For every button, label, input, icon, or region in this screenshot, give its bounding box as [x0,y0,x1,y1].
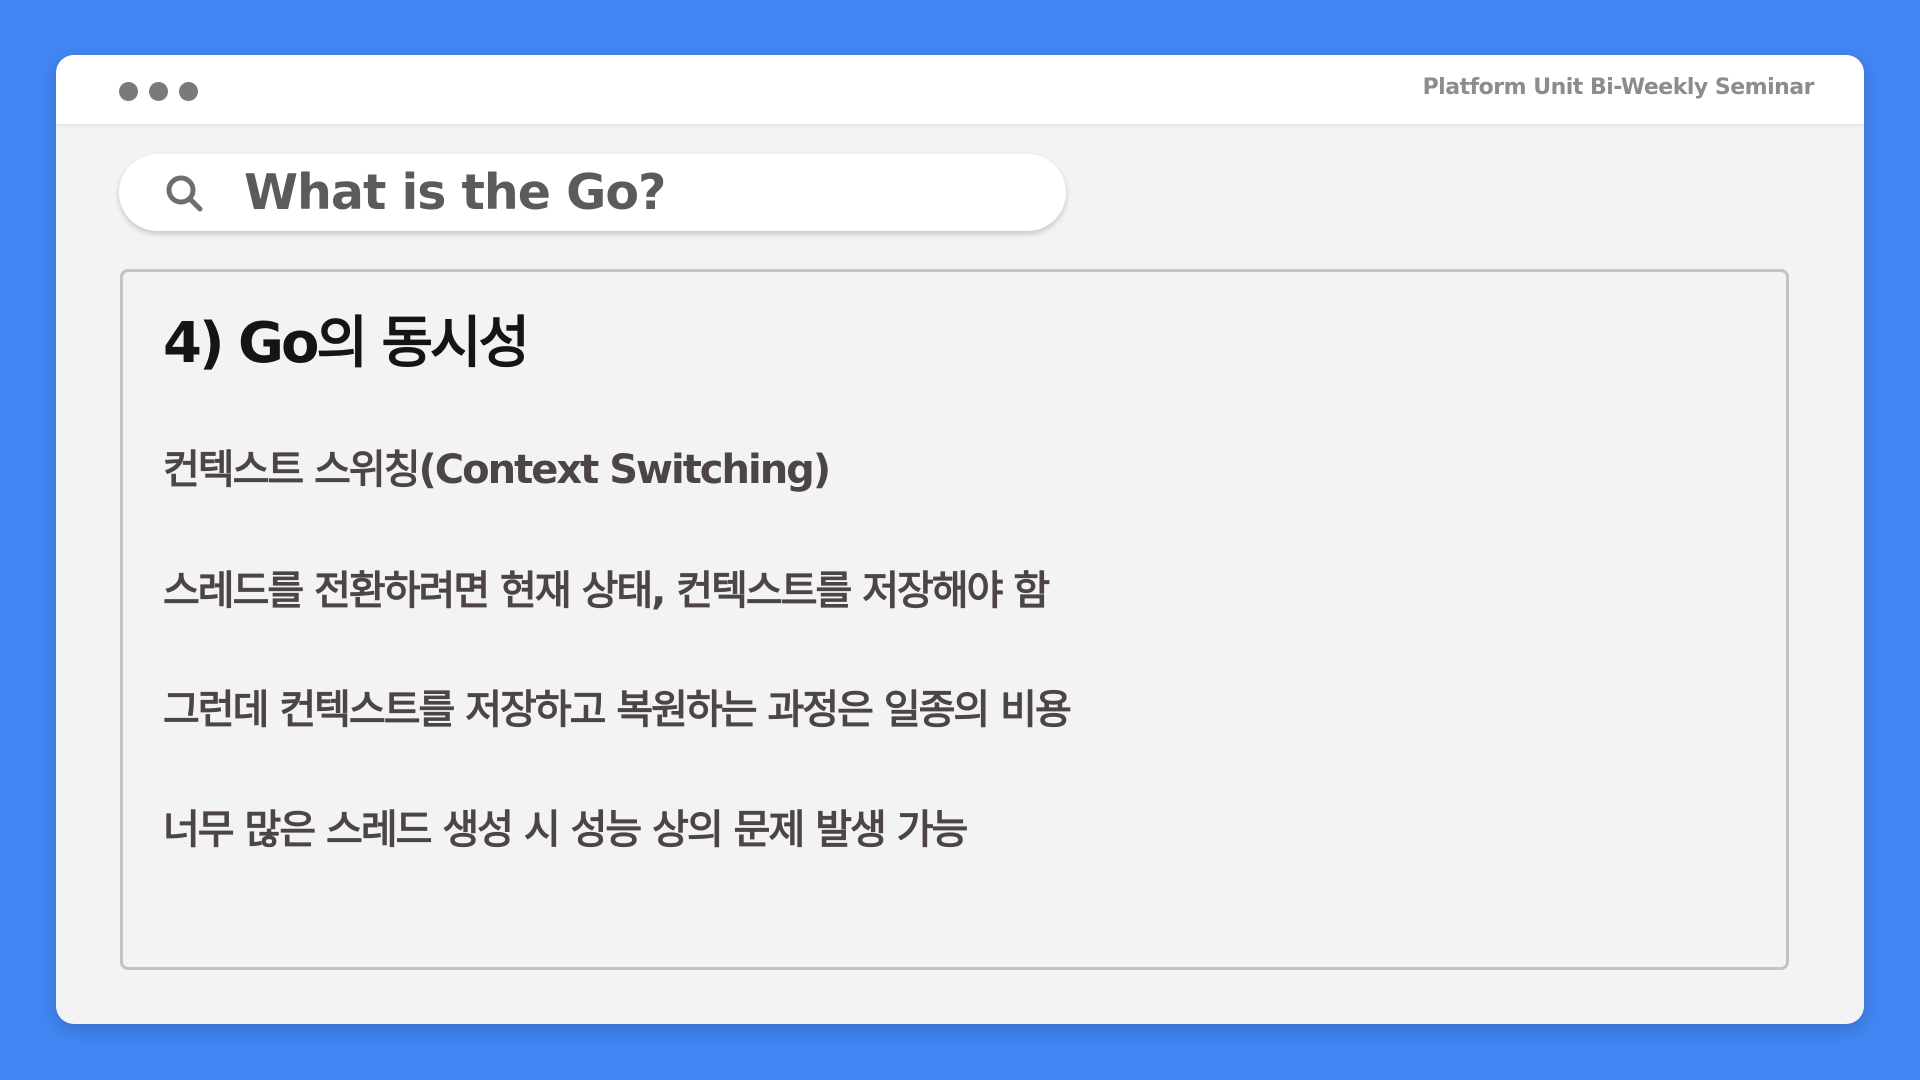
window-controls [119,82,198,101]
bullet-item-4: 너무 많은 스레드 생성 시 성능 상의 문제 발생 가능 [163,807,968,853]
slide-heading: 4) Go의 동시성 [163,311,530,376]
seminar-title: Platform Unit Bi-Weekly Seminar [1422,75,1815,100]
bullet-item-3: 그런데 컨텍스트를 저장하고 복원하는 과정은 일종의 비용 [163,687,1072,733]
slide-window: Platform Unit Bi-Weekly Seminar What is … [56,55,1864,1024]
search-bar[interactable]: What is the Go? [119,154,1066,231]
bullet-item-1: 컨텍스트 스위칭(Context Switching) [163,447,831,493]
window-titlebar: Platform Unit Bi-Weekly Seminar [56,55,1864,124]
window-dot-2[interactable] [149,82,168,101]
window-dot-3[interactable] [179,82,198,101]
content-panel: 4) Go의 동시성 컨텍스트 스위칭(Context Switching) 스… [120,269,1789,970]
search-icon [166,175,203,212]
search-query[interactable]: What is the Go? [244,165,666,221]
bullet-item-2: 스레드를 전환하려면 현재 상태, 컨텍스트를 저장해야 함 [163,568,1050,614]
window-dot-1[interactable] [119,82,138,101]
